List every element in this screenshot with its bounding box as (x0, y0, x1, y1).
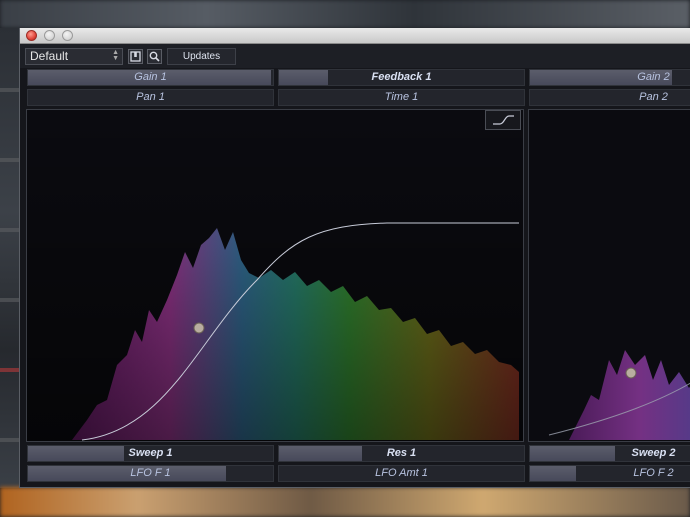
lfo-f-1-label: LFO F 1 (130, 467, 171, 479)
sweep-1-label: Sweep 1 (128, 447, 173, 459)
pan-1-label: Pan 1 (136, 91, 165, 103)
background-app-bottom (0, 487, 690, 517)
preset-value: Default (30, 49, 69, 63)
gain-1-label: Gain 1 (134, 71, 167, 83)
sweep-2-label: Sweep 2 (631, 447, 676, 459)
gain-1-slider[interactable]: Gain 1 (27, 69, 274, 86)
updates-button[interactable]: Updates (167, 48, 236, 65)
filter-handle-1[interactable] (193, 322, 205, 334)
close-window-button[interactable] (26, 30, 37, 41)
toolbar: Default ▲ ▼ Updates (20, 44, 690, 68)
pan-1-slider[interactable]: Pan 1 (27, 89, 274, 106)
magnifier-icon (149, 51, 160, 62)
lfo-f-2-slider[interactable]: LFO F 2 (529, 465, 690, 482)
search-button[interactable] (147, 49, 162, 64)
curve-shape-button[interactable] (485, 110, 521, 130)
gain-2-label: Gain 2 (637, 71, 670, 83)
plugin-window: Default ▲ ▼ Updates Gain 1 Feedback 1 Gai… (19, 28, 690, 488)
lfo-f-2-label: LFO F 2 (633, 467, 674, 479)
preset-selector[interactable]: Default ▲ ▼ (25, 48, 123, 65)
title-bar[interactable] (20, 28, 690, 44)
sweep-2-slider[interactable]: Sweep 2 (529, 445, 690, 462)
gain-2-slider[interactable]: Gain 2 (529, 69, 690, 86)
save-icon (130, 51, 141, 62)
minimize-window-button[interactable] (44, 30, 55, 41)
spectrum-fill-2 (569, 350, 690, 440)
sweep-1-slider[interactable]: Sweep 1 (27, 445, 274, 462)
background-app-top (0, 0, 690, 28)
up-down-arrows-icon: ▲ ▼ (112, 49, 119, 62)
feedback-1-label: Feedback 1 (371, 71, 432, 83)
sigmoid-curve-icon (493, 115, 514, 125)
filter-display-1[interactable] (26, 109, 524, 442)
feedback-1-slider[interactable]: Feedback 1 (278, 69, 525, 86)
background-app-left (0, 28, 19, 488)
zoom-window-button[interactable] (62, 30, 73, 41)
filter-handle-2[interactable] (625, 367, 637, 379)
pan-2-label: Pan 2 (639, 91, 668, 103)
filter-display-2[interactable] (528, 109, 690, 442)
time-1-slider[interactable]: Time 1 (278, 89, 525, 106)
res-1-label: Res 1 (386, 447, 417, 459)
spectrum-display-2 (548, 350, 690, 440)
lfo-amt-1-slider[interactable]: LFO Amt 1 (278, 465, 525, 482)
save-preset-button[interactable] (128, 49, 143, 64)
lfo-f-1-slider[interactable]: LFO F 1 (27, 465, 274, 482)
spectrum-display-1 (27, 110, 523, 441)
pan-2-slider[interactable]: Pan 2 (529, 89, 690, 106)
res-1-slider[interactable]: Res 1 (278, 445, 525, 462)
lfo-amt-1-label: LFO Amt 1 (375, 467, 428, 479)
time-1-label: Time 1 (384, 91, 419, 103)
